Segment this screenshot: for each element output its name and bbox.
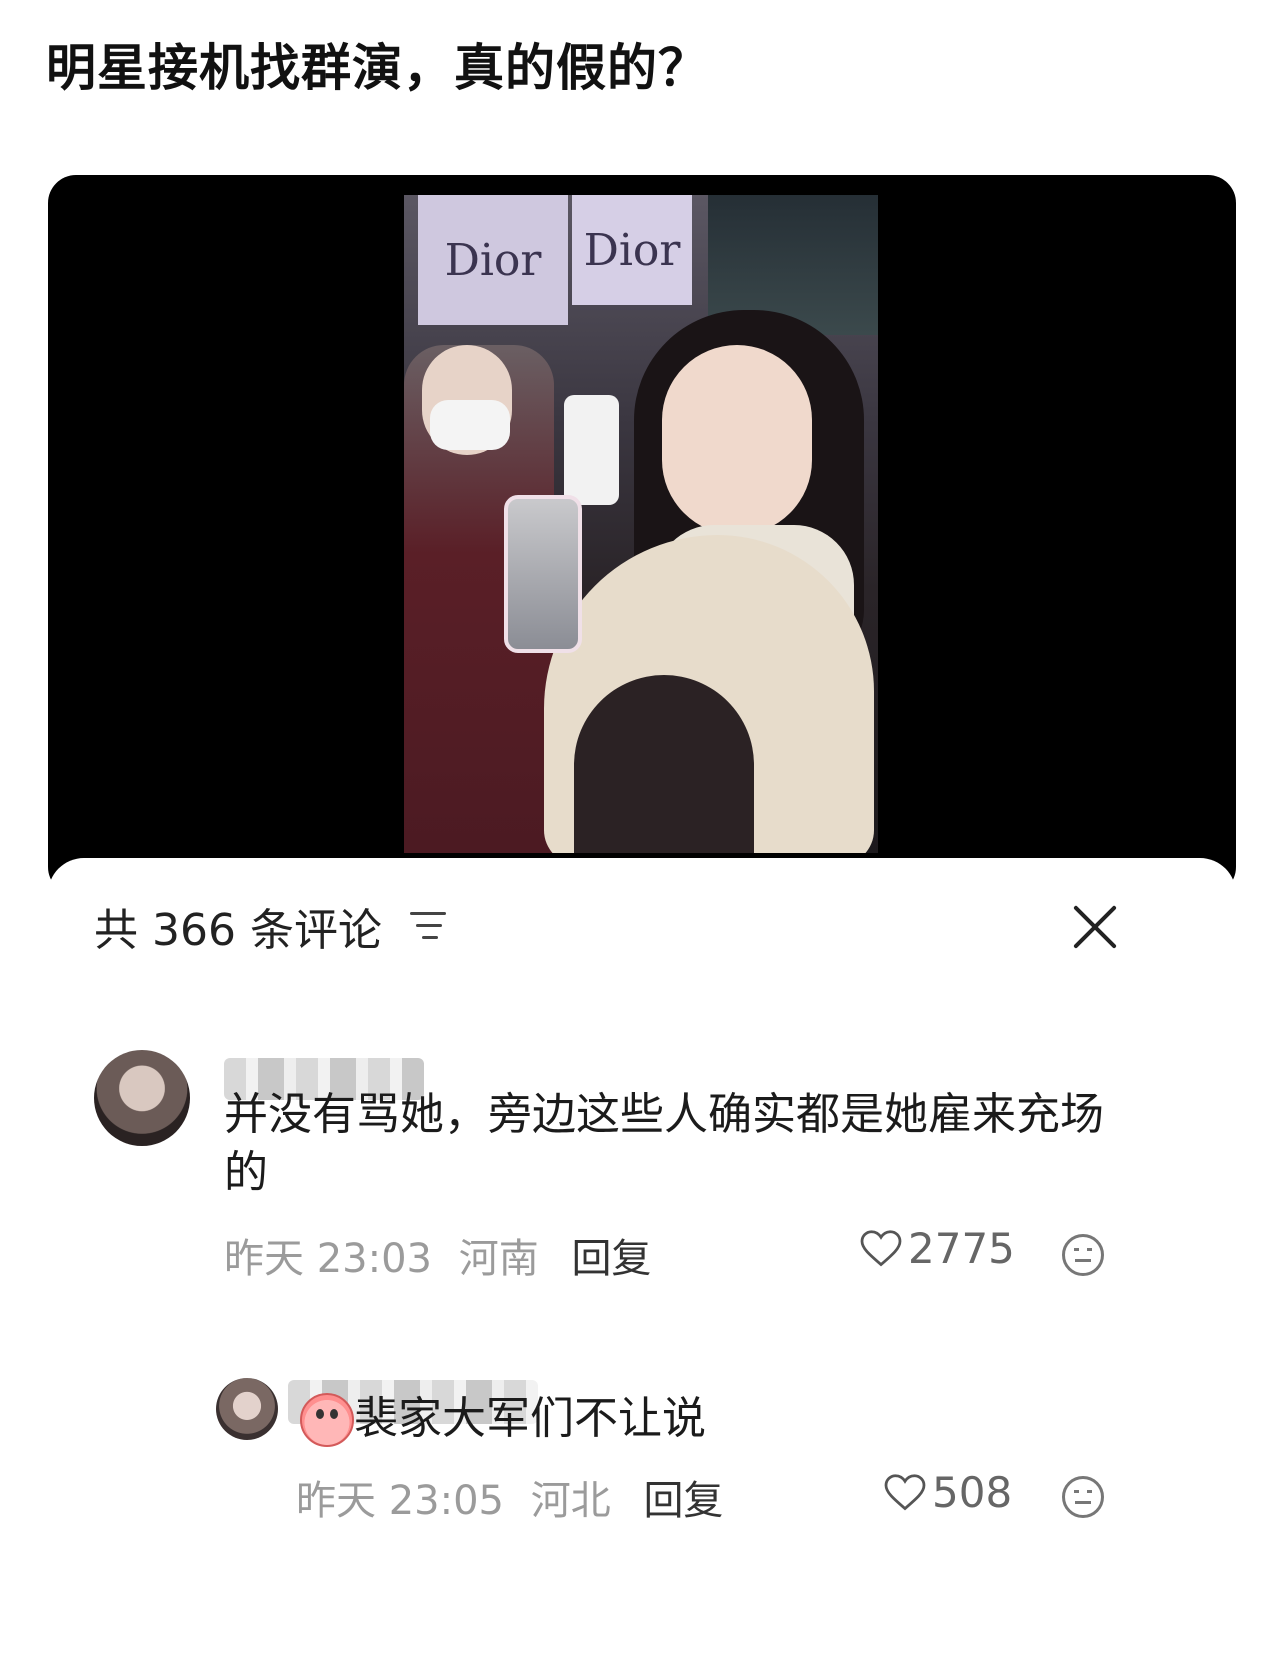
like-count: 2775 <box>908 1224 1015 1273</box>
comments-count-title: 共 366 条评论 <box>94 905 382 956</box>
dislike-icon[interactable] <box>1062 1476 1104 1518</box>
comment-text: 并没有骂她，旁边这些人确实都是她雇来充场的 <box>224 1089 1104 1198</box>
celebrity-face <box>662 345 812 535</box>
post-title: 明星接机找群演，真的假的？ <box>46 39 709 97</box>
close-icon[interactable] <box>1070 902 1120 952</box>
phone <box>564 395 619 505</box>
comments-sheet: 共 366 条评论 并没有骂她，旁边这些人确实都是她雇来充场的 昨天 23:03… <box>48 858 1236 1660</box>
heart-icon <box>860 1229 902 1266</box>
like-button[interactable]: 2775 <box>860 1224 1015 1273</box>
reply-button[interactable]: 回复 <box>643 1478 723 1524</box>
comment-location: 河北 <box>530 1478 611 1524</box>
comment-location: 河南 <box>458 1236 539 1282</box>
avatar[interactable] <box>216 1378 278 1440</box>
avatar[interactable] <box>94 1050 190 1146</box>
phone-recording <box>504 495 582 653</box>
like-count: 508 <box>932 1468 1013 1517</box>
comment-time: 昨天 23:03 <box>224 1236 432 1282</box>
peach-emoji-icon <box>300 1393 354 1447</box>
comment-meta: 昨天 23:03 河南 回复 <box>224 1226 651 1284</box>
cap-wearer-hair <box>574 675 754 853</box>
comment-time: 昨天 23:05 <box>296 1478 504 1524</box>
face-mask <box>430 400 510 450</box>
reply-button[interactable]: 回复 <box>571 1236 651 1282</box>
video-thumbnail: Dior Dior <box>404 195 878 853</box>
filter-icon[interactable] <box>410 910 448 942</box>
heart-icon <box>884 1473 926 1510</box>
comment-text: 裴家大军们不让说 <box>354 1393 706 1444</box>
fan-sign-right: Dior <box>572 195 692 305</box>
dislike-icon[interactable] <box>1062 1234 1104 1276</box>
like-button[interactable]: 508 <box>884 1468 1012 1517</box>
fan-sign-left: Dior <box>418 195 568 325</box>
comment-meta: 昨天 23:05 河北 回复 <box>296 1468 723 1526</box>
video-player[interactable]: Dior Dior <box>48 175 1236 895</box>
